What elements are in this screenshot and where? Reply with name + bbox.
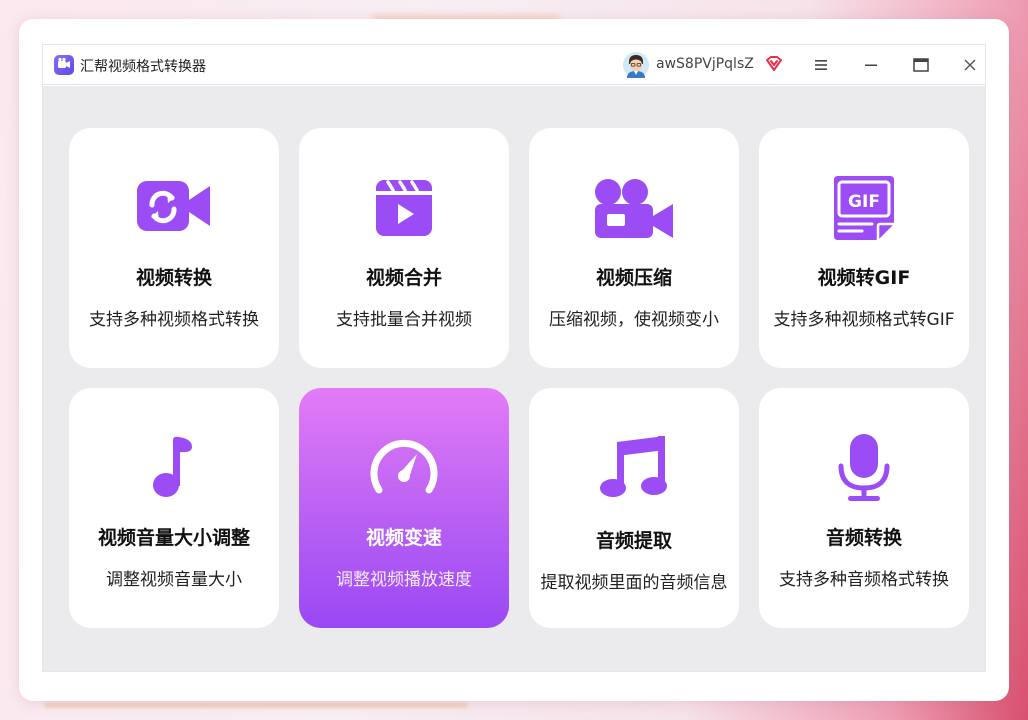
- user-avatar[interactable]: [623, 52, 649, 78]
- tool-title: 视频变速: [365, 527, 442, 549]
- tool-description: 支持批量合并视频: [336, 310, 472, 330]
- tool-description: 支持多种视频格式转换: [89, 310, 259, 330]
- tool-title: 音频转换: [825, 527, 902, 549]
- tool-card-video-merge[interactable]: 视频合并 支持批量合并视频: [299, 128, 509, 368]
- tool-card-video-compress[interactable]: 视频压缩 压缩视频，使视频变小: [529, 128, 739, 368]
- tool-title: 视频压缩: [595, 267, 672, 289]
- maximize-button[interactable]: [909, 53, 933, 77]
- tools-grid: 视频转换 支持多种视频格式转换 视频合并 支持批量合并视频 视频压缩 压缩视频，…: [43, 86, 985, 671]
- tool-card-audio-extract[interactable]: 音频提取 提取视频里面的音频信息: [529, 388, 739, 628]
- tool-card-video-convert[interactable]: 视频转换 支持多种视频格式转换: [69, 128, 279, 368]
- tool-title: 视频合并: [365, 267, 442, 289]
- tool-title: 视频音量大小调整: [97, 527, 250, 549]
- app-window: 汇帮视频格式转换器 awS8PVjPqlsZ 视频转换 支持多种视频格式转换 视…: [42, 44, 986, 672]
- music-note-icon: [69, 436, 279, 500]
- microphone-icon: [759, 432, 969, 504]
- app-logo-icon: [54, 55, 74, 75]
- tool-card-audio-convert[interactable]: 音频转换 支持多种音频格式转换: [759, 388, 969, 628]
- speedometer-icon: [299, 434, 509, 498]
- app-title: 汇帮视频格式转换器: [80, 59, 206, 75]
- minimize-icon: [865, 64, 877, 66]
- tool-title: 视频转GIF: [817, 267, 911, 289]
- minimize-button[interactable]: [859, 53, 883, 77]
- tool-description: 支持多种视频格式转GIF: [773, 310, 955, 330]
- tool-description: 压缩视频，使视频变小: [549, 310, 719, 330]
- gif-file-icon: GIF: [759, 174, 969, 242]
- tool-description: 支持多种音频格式转换: [779, 570, 949, 590]
- tool-title: 音频提取: [595, 530, 672, 552]
- title-bar[interactable]: 汇帮视频格式转换器 awS8PVjPqlsZ: [43, 45, 985, 85]
- svg-text:GIF: GIF: [848, 192, 880, 212]
- maximize-icon: [913, 58, 929, 72]
- username[interactable]: awS8PVjPqlsZ: [656, 56, 754, 72]
- tool-description: 调整视频音量大小: [106, 570, 242, 590]
- tool-card-video-volume[interactable]: 视频音量大小调整 调整视频音量大小: [69, 388, 279, 628]
- background-glow: [44, 702, 468, 708]
- vip-badge-icon[interactable]: [765, 55, 783, 73]
- video-camera-icon: [529, 178, 739, 240]
- tool-title: 视频转换: [135, 267, 212, 289]
- video-convert-icon: [69, 178, 279, 234]
- close-icon: [964, 59, 976, 71]
- hamburger-menu-icon: [815, 60, 827, 70]
- close-button[interactable]: [958, 53, 982, 77]
- music-notes-icon: [529, 434, 739, 500]
- tool-description: 调整视频播放速度: [336, 570, 472, 590]
- menu-button[interactable]: [809, 53, 833, 77]
- tool-card-video-speed[interactable]: 视频变速 调整视频播放速度: [299, 388, 509, 628]
- tool-description: 提取视频里面的音频信息: [540, 573, 728, 593]
- tool-card-video-to-gif[interactable]: GIF 视频转GIF 支持多种视频格式转GIF: [759, 128, 969, 368]
- clapperboard-icon: [299, 178, 509, 238]
